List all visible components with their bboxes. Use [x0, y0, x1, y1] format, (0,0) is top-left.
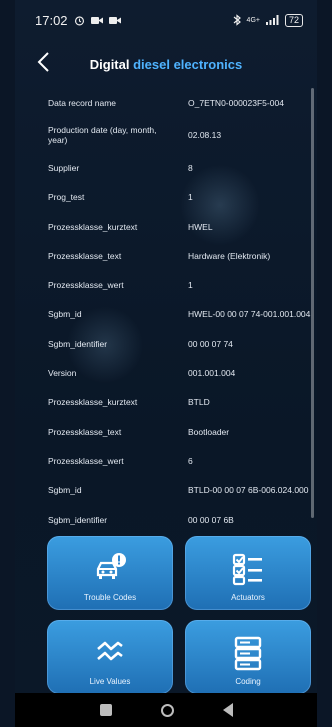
record-label: Sgbm_identifier — [48, 514, 108, 525]
record-list: Data record name O_7ETN0-000023F5-004 Pro… — [15, 88, 317, 525]
record-row: Sgbm_id BTLD-00 00 07 6B-006.024.000 — [15, 476, 317, 505]
tile-label: Actuators — [231, 593, 265, 602]
record-label: Prozessklasse_kurztext — [48, 221, 138, 232]
back-arrow-icon[interactable] — [33, 50, 57, 74]
record-value: 1 — [188, 280, 193, 291]
record-value: 1 — [188, 192, 193, 203]
status-left: 17:02 — [35, 13, 121, 28]
record-label: Sgbm_id — [48, 485, 82, 496]
record-row: Data record name O_7ETN0-000023F5-004 — [15, 88, 317, 117]
record-label: Prozessklasse_text — [48, 426, 122, 437]
record-row: Supplier 8 — [15, 153, 317, 182]
record-row: Prozessklasse_kurztext HWEL — [15, 212, 317, 241]
record-label: Prozessklasse_text — [48, 250, 122, 261]
record-row: Prozessklasse_kurztext BTLD — [15, 388, 317, 417]
record-value: Hardware (Elektronik) — [188, 250, 271, 261]
record-value: 00 00 07 6B — [188, 514, 234, 525]
record-row: Version 001.001.004 — [15, 358, 317, 387]
alarm-icon — [74, 15, 84, 25]
video-icon-2 — [108, 16, 121, 24]
tile-label: Live Values — [89, 677, 131, 686]
record-row: Prozessklasse_wert 1 — [15, 270, 317, 299]
record-row: Prozessklasse_text Bootloader — [15, 417, 317, 446]
checklist-icon — [232, 553, 262, 586]
recent-apps-icon[interactable] — [99, 704, 112, 716]
record-value: O_7ETN0-000023F5-004 — [188, 97, 284, 108]
home-icon[interactable] — [160, 703, 174, 717]
live-values-button[interactable]: Live Values — [47, 620, 173, 694]
network-type: 4G+ — [246, 16, 260, 24]
status-bar: 17:02 4G+ 72 — [15, 0, 317, 40]
actuators-button[interactable]: Actuators — [185, 536, 311, 610]
trouble-codes-button[interactable]: Trouble Codes — [47, 536, 173, 610]
function-tiles: Trouble Codes Actuators Live Values Codi… — [47, 536, 311, 694]
record-row: Prozessklasse_wert 6 — [15, 446, 317, 475]
record-label: Prozessklasse_wert — [48, 280, 124, 291]
record-value: BTLD — [188, 397, 210, 408]
record-value: BTLD-00 00 07 6B-006.024.000 — [188, 485, 309, 496]
status-time: 17:02 — [35, 12, 68, 28]
record-label: Production date (day, month, year) — [48, 125, 157, 146]
record-label: Prozessklasse_wert — [48, 455, 124, 466]
status-right: 4G+ 72 — [233, 13, 303, 27]
wave-chart-icon — [97, 641, 123, 661]
record-value: 001.001.004 — [188, 368, 236, 379]
record-row: Sgbm_id HWEL-00 00 07 74-001.001.004 — [15, 300, 317, 329]
coding-button[interactable]: Coding — [185, 620, 311, 694]
video-icon — [90, 16, 103, 24]
record-row: Sgbm_identifier 00 00 07 6B — [15, 505, 317, 534]
title-part-2: diesel electronics — [133, 56, 243, 72]
car-alert-icon — [96, 553, 126, 579]
record-value: 6 — [188, 455, 193, 466]
tile-label: Trouble Codes — [83, 593, 137, 602]
record-value: 02.08.13 — [188, 130, 222, 141]
record-row: Prog_test 1 — [15, 183, 317, 212]
record-row: Prozessklasse_text Hardware (Elektronik) — [15, 241, 317, 270]
record-label: Prog_test — [48, 192, 85, 203]
record-row: Production date (day, month, year) 02.08.… — [15, 117, 317, 153]
app-screen: 17:02 4G+ 72 Digital diesel electronics … — [15, 0, 317, 727]
record-label: Data record name — [48, 97, 117, 108]
title-part-1: Digital — [89, 56, 130, 72]
record-value: HWEL-00 00 07 74-001.001.004 — [188, 309, 311, 320]
tile-label: Coding — [235, 677, 261, 686]
coding-list-icon — [234, 636, 262, 671]
record-value: Bootloader — [188, 426, 230, 437]
record-value: 8 — [188, 162, 193, 173]
record-label: Prozessklasse_kurztext — [48, 397, 138, 408]
record-value: HWEL — [188, 221, 213, 232]
page-title: Digital diesel electronics — [15, 57, 317, 72]
record-row: Sgbm_identifier 00 00 07 74 — [15, 329, 317, 358]
record-label: Version — [48, 368, 77, 379]
back-triangle-icon[interactable] — [222, 703, 233, 717]
scrollbar[interactable] — [311, 88, 314, 518]
record-label: Sgbm_identifier — [48, 338, 108, 349]
record-value: 00 00 07 74 — [188, 338, 233, 349]
battery-indicator: 72 — [284, 13, 303, 27]
system-nav-bar — [15, 693, 317, 727]
header-bar: Digital diesel electronics — [15, 40, 317, 88]
record-label: Sgbm_id — [48, 309, 82, 320]
signal-icon — [265, 15, 279, 25]
record-label: Supplier — [48, 162, 80, 173]
bluetooth-icon — [233, 14, 241, 26]
